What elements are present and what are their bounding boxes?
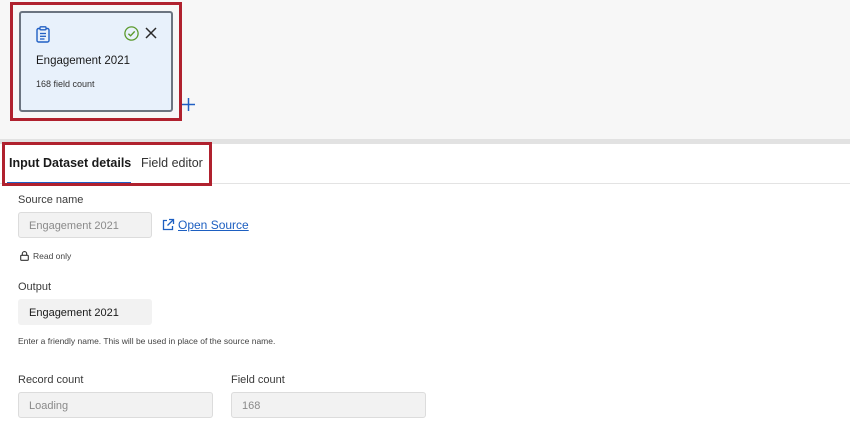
- highlight-box-tabs: [2, 142, 212, 186]
- plus-icon[interactable]: [181, 97, 196, 112]
- highlight-box-card: [10, 2, 182, 121]
- record-count-field[interactable]: Loading: [18, 392, 213, 418]
- output-field[interactable]: Engagement 2021: [18, 299, 152, 325]
- source-name-field[interactable]: Engagement 2021: [18, 212, 152, 238]
- lock-icon: [20, 251, 29, 261]
- read-only-indicator: Read only: [20, 251, 71, 261]
- read-only-label: Read only: [33, 251, 72, 261]
- output-hint: Enter a friendly name. This will be used…: [18, 336, 276, 346]
- record-count-label: Record count: [18, 374, 84, 386]
- external-link-icon: [162, 218, 175, 231]
- field-count-field[interactable]: 168: [231, 392, 426, 418]
- open-source-label[interactable]: Open Source: [178, 218, 249, 232]
- output-label: Output: [18, 281, 52, 293]
- source-name-label: Source name: [18, 194, 84, 206]
- open-source-link[interactable]: Open Source: [161, 218, 249, 232]
- field-count-label: Field count: [231, 374, 285, 386]
